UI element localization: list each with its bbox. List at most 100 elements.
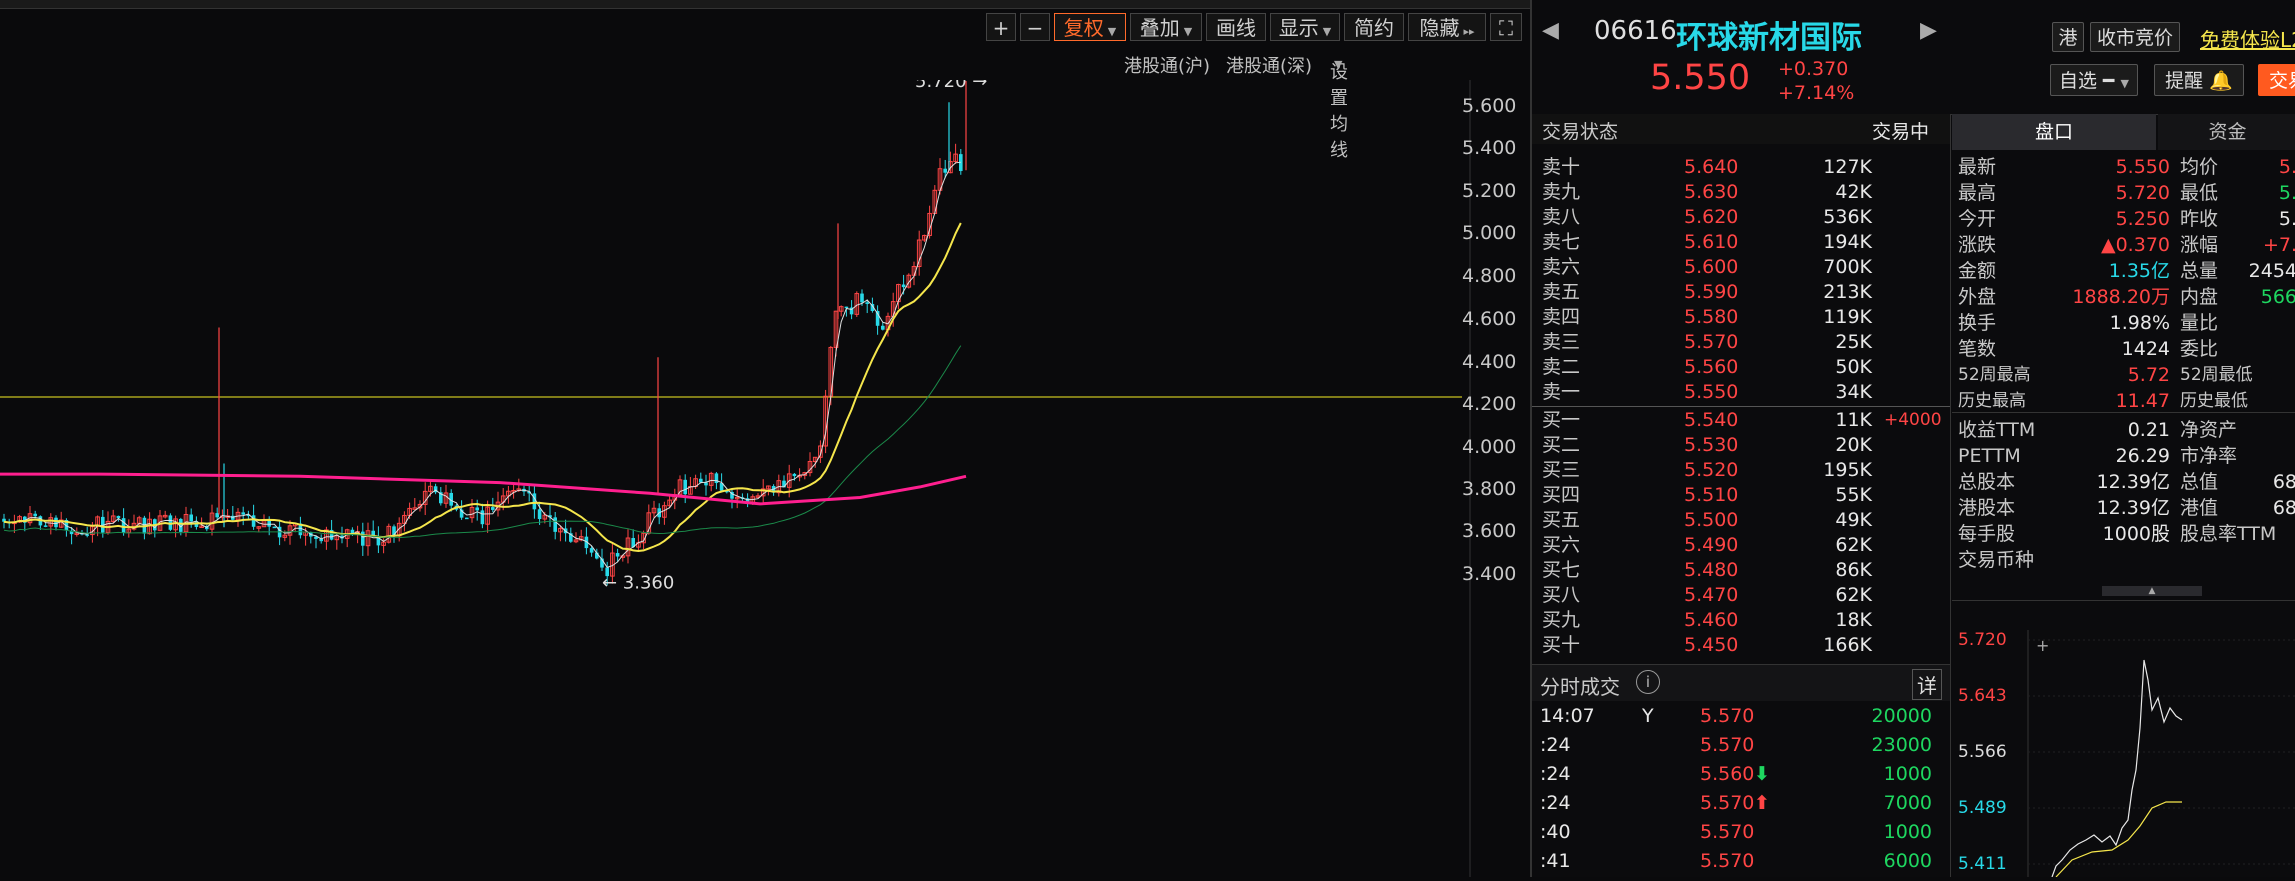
mini-y-label: 5.566 [1958,742,2007,762]
candle-body [116,515,121,519]
bid-price[interactable]: 5.450 [1684,633,1738,658]
stat-label: 最低 [2180,182,2219,204]
stat-value: 5. [2278,182,2295,204]
ask-volume: 34K [1835,381,1872,403]
tick-price: 5.570 [1700,821,1755,843]
bid-price[interactable]: 5.510 [1684,483,1738,508]
ask-label: 卖十 [1542,156,1581,178]
stat-value [2242,311,2295,336]
tab-pankou[interactable]: 盘口 [1952,114,2156,150]
ask-price[interactable]: 5.580 [1684,305,1738,330]
kline-chart[interactable]: ✱✱✱✱✱✱✱✱✱✱✱✱✱✱✱✱✱5.720 →← 3.360 5.6005.4… [0,60,1528,877]
stat-label: 昨收 [2180,208,2219,230]
detail-button[interactable]: 详 [1912,669,1942,700]
ask-price[interactable]: 5.560 [1684,355,1738,380]
stat-value: 566 [2260,286,2295,308]
bid-label: 买三 [1542,459,1581,481]
candle-body [491,507,495,510]
ask-price[interactable]: 5.610 [1684,230,1738,255]
candle-body [272,526,277,529]
bid-price[interactable]: 5.530 [1684,433,1738,458]
fund-label: 总股本 [1958,471,2016,493]
ggt-sz-link[interactable]: 港股通(深) [1226,52,1312,78]
y-axis-label: 4.000 [1462,436,1517,458]
bid-price[interactable]: 5.460 [1684,608,1738,633]
chevron-down-icon: ▼ [1183,25,1193,38]
mini-intraday-chart[interactable]: 5.720 5.643 5.566 5.489 5.411 + [1952,630,2295,878]
trade-button[interactable]: 交易 [2258,64,2295,96]
ask-price[interactable]: 5.620 [1684,205,1738,230]
fund-label: 总值 [2180,471,2219,493]
bid-price[interactable]: 5.500 [1684,508,1738,533]
y-axis-label: 5.600 [1462,95,1517,117]
bid-volume: 166K [1823,634,1872,656]
fullscreen-icon[interactable]: ⛶ [1490,13,1522,41]
display-button[interactable]: 显示 ▼ [1270,13,1340,41]
mini-y-label: 5.643 [1958,686,2007,706]
trade-status-label: 交易状态 [1542,121,1619,143]
ask-price[interactable]: 5.600 [1684,255,1738,280]
fund-label: PETTM [1958,445,2021,467]
hide-button[interactable]: 隐藏 ▸▸ [1408,13,1486,41]
quote-panel: ◀ 06616 环球新材国际 ▶ 5.550 +0.370 +7.14% 港 收… [1530,0,2295,878]
ma-line-yellow [3,222,962,553]
next-stock-icon[interactable]: ▶ [1920,18,1937,43]
ask-price[interactable]: 5.590 [1684,280,1738,305]
tick-volume: 7000 [1883,792,1932,814]
candle-body [241,512,245,515]
free-trial-link[interactable]: 免费体验L2 [2200,24,2295,53]
zoom-out-button[interactable]: − [1020,13,1050,41]
zoom-in-button[interactable]: + [986,13,1016,41]
ask-price[interactable]: 5.640 [1684,155,1738,180]
stat-value: 1888.20万 [2072,286,2170,308]
prev-stock-icon[interactable]: ◀ [1542,18,1559,43]
candle-body [860,293,864,303]
bid-price[interactable]: 5.520 [1684,458,1738,483]
ask-label: 卖三 [1542,331,1581,353]
candle-body [168,515,173,530]
stat-value: 5.72 [2127,364,2170,386]
stat-value: 5.720 [2115,182,2170,204]
candle-body [881,325,885,330]
fund-value: 1000股 [2102,523,2170,545]
stock-code: 06616 [1594,16,1677,46]
candle-body [943,168,947,173]
alert-button[interactable]: 提醒 🔔 [2154,64,2244,96]
ask-price[interactable]: 5.570 [1684,330,1738,355]
kline-svg[interactable]: ✱✱✱✱✱✱✱✱✱✱✱✱✱✱✱✱✱5.720 →← 3.360 [0,60,1528,877]
collapse-icon[interactable]: ▲ [2102,586,2202,596]
ask-price[interactable]: 5.550 [1684,380,1738,405]
minus-icon: ━ [2103,70,2115,92]
ask-volume: 536K [1823,206,1872,228]
bid-price[interactable]: 5.480 [1684,558,1738,583]
bid-volume: 62K [1835,534,1872,556]
bid-label: 买二 [1542,434,1581,456]
draw-button[interactable]: 画线 [1206,13,1266,41]
fund-value [2252,522,2295,547]
ask-price[interactable]: 5.630 [1684,180,1738,205]
ggt-sh-link[interactable]: 港股通(沪) [1124,52,1210,78]
tab-zijin[interactable]: 资金 [2158,114,2295,150]
candle-body [615,553,620,557]
tick-volume: 1000 [1883,821,1932,843]
chevron-down-icon: ▼ [1334,58,1343,71]
fund-value: 12.39亿 [2096,497,2170,519]
bid-price[interactable]: 5.490 [1684,533,1738,558]
info-icon[interactable]: i [1636,670,1660,694]
candle-body [54,517,58,528]
bid-volume: 49K [1835,509,1872,531]
candle-body [189,514,193,522]
stat-label: 量比 [2180,312,2219,334]
candle-body [792,473,797,477]
watchlist-button[interactable]: 自选 ━ ▼ [2050,64,2138,96]
bid-price[interactable]: 5.540 [1684,408,1738,433]
simple-button[interactable]: 简约 [1344,13,1404,41]
ask-label: 卖五 [1542,281,1581,303]
adjust-button[interactable]: 复权 ▼ [1054,13,1126,41]
candle-body [537,509,542,520]
bid-price[interactable]: 5.470 [1684,583,1738,608]
overlay-button[interactable]: 叠加 ▼ [1130,13,1202,41]
tick-time: :41 [1540,850,1571,872]
ask-volume: 700K [1823,256,1872,278]
bid-volume: 86K [1835,559,1872,581]
